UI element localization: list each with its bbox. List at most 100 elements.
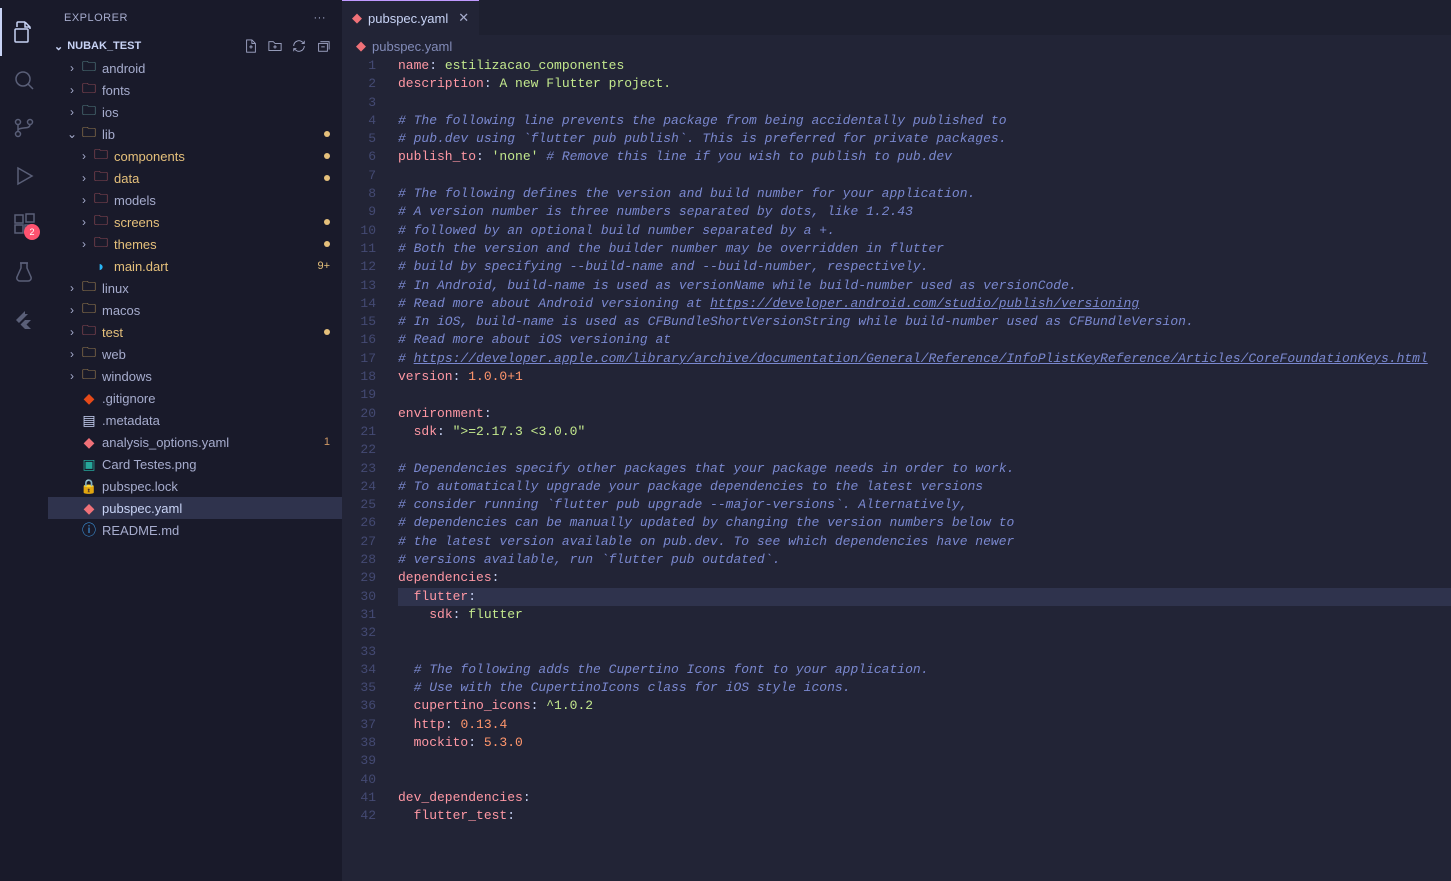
activity-flutter-icon[interactable] <box>0 296 48 344</box>
tree-item-label: themes <box>114 237 330 252</box>
tree-item-models[interactable]: ›🗀models <box>48 189 342 211</box>
tree-item-label: web <box>102 347 330 362</box>
activity-search-icon[interactable] <box>0 56 48 104</box>
breadcrumbs[interactable]: ◆ pubspec.yaml <box>342 35 1451 57</box>
sidebar-title: EXPLORER <box>64 12 128 24</box>
file-icon: ◆ <box>80 500 98 517</box>
folder-icon: 🗀 <box>80 78 98 102</box>
chevron-icon: › <box>64 105 80 119</box>
tree-item-label: README.md <box>102 523 330 538</box>
tab-label: pubspec.yaml <box>368 11 448 26</box>
tree-item-test[interactable]: ›🗀 test <box>48 321 342 343</box>
tree-item-label: test <box>102 325 330 340</box>
yaml-icon: ◆ <box>356 38 366 54</box>
tab-pubspec[interactable]: ◆ pubspec.yaml ✕ <box>342 0 479 35</box>
tree-item--metadata[interactable]: ▤.metadata <box>48 409 342 431</box>
tree-item-lib[interactable]: ⌄🗀lib <box>48 123 342 145</box>
folder-header[interactable]: ⌄ NUBAK_TEST <box>48 35 342 57</box>
tree-item-label: data <box>114 171 330 186</box>
tree-item-analysis-options-yaml[interactable]: ◆ analysis_options.yaml1 <box>48 431 342 453</box>
tree-item-fonts[interactable]: ›🗀fonts <box>48 79 342 101</box>
tree-item--gitignore[interactable]: ◆.gitignore <box>48 387 342 409</box>
chevron-icon: › <box>64 303 80 317</box>
chevron-icon: › <box>64 61 80 75</box>
file-tree: ›🗀android›🗀fonts›🗀ios⌄🗀lib›🗀components›🗀… <box>48 57 342 881</box>
tree-item-label: macos <box>102 303 330 318</box>
folder-icon: 🗀 <box>92 210 110 234</box>
refresh-icon[interactable] <box>292 39 306 53</box>
activity-extensions-icon[interactable]: 2 <box>0 200 48 248</box>
chevron-icon: › <box>64 325 80 339</box>
activity-test-icon[interactable] <box>0 248 48 296</box>
chevron-icon: › <box>64 347 80 361</box>
tree-item-label: components <box>114 149 330 164</box>
tree-item-themes[interactable]: ›🗀 themes <box>48 233 342 255</box>
folder-icon: 🗀 <box>80 320 98 344</box>
folder-actions <box>244 39 336 53</box>
tab-bar: ◆ pubspec.yaml ✕ <box>342 0 1451 35</box>
file-icon: ◆ <box>80 390 98 407</box>
yaml-icon: ◆ <box>352 10 362 26</box>
git-status: 1 <box>324 436 330 448</box>
code-editor[interactable]: 1234567891011121314151617181920212223242… <box>342 57 1451 881</box>
new-file-icon[interactable] <box>244 39 258 53</box>
sidebar-more-icon[interactable]: ··· <box>314 12 327 24</box>
tree-item-components[interactable]: ›🗀 components <box>48 145 342 167</box>
tree-item-data[interactable]: ›🗀 data <box>48 167 342 189</box>
tree-item-android[interactable]: ›🗀 android <box>48 57 342 79</box>
chevron-icon: › <box>76 237 92 251</box>
tree-item-readme-md[interactable]: ⓘ README.md <box>48 519 342 541</box>
code-content[interactable]: name: estilizacao_componentesdescription… <box>396 57 1451 881</box>
tree-item-label: pubspec.yaml <box>102 501 330 516</box>
folder-icon: 🗀 <box>92 144 110 168</box>
chevron-icon: › <box>76 193 92 207</box>
tree-item-label: fonts <box>102 83 330 98</box>
tree-item-screens[interactable]: ›🗀screens <box>48 211 342 233</box>
folder-icon: 🗀 <box>80 122 98 146</box>
activity-source-control-icon[interactable] <box>0 104 48 152</box>
folder-name: NUBAK_TEST <box>67 40 141 52</box>
new-folder-icon[interactable] <box>268 39 282 53</box>
tree-item-label: screens <box>114 215 330 230</box>
folder-icon: 🗀 <box>80 57 98 80</box>
chevron-icon: › <box>64 281 80 295</box>
file-icon: ◗ <box>92 258 110 274</box>
file-icon: ▤ <box>80 412 98 429</box>
line-gutter: 1234567891011121314151617181920212223242… <box>342 57 396 881</box>
chevron-icon: › <box>76 149 92 163</box>
tree-item-card-testes-png[interactable]: ▣Card Testes.png <box>48 453 342 475</box>
tree-item-pubspec-yaml[interactable]: ◆ pubspec.yaml <box>48 497 342 519</box>
tree-item-main-dart[interactable]: ◗main.dart9+ <box>48 255 342 277</box>
folder-icon: 🗀 <box>92 232 110 256</box>
tree-item-label: analysis_options.yaml <box>102 435 324 450</box>
activity-explorer-icon[interactable] <box>0 8 48 56</box>
tree-item-label: android <box>102 61 330 76</box>
git-status: 9+ <box>317 260 330 272</box>
folder-icon: 🗀 <box>80 342 98 366</box>
chevron-icon: › <box>76 171 92 185</box>
chevron-icon: › <box>64 369 80 383</box>
tree-item-macos[interactable]: ›🗀 macos <box>48 299 342 321</box>
file-icon: ⓘ <box>80 520 98 540</box>
tree-item-windows[interactable]: ›🗀windows <box>48 365 342 387</box>
sidebar: EXPLORER ··· ⌄ NUBAK_TEST ›🗀android›🗀fon… <box>48 0 342 881</box>
chevron-icon: ⌄ <box>64 127 80 141</box>
activity-bar: 2 <box>0 0 48 881</box>
close-icon[interactable]: ✕ <box>458 10 469 26</box>
tree-item-web[interactable]: ›🗀 web <box>48 343 342 365</box>
tree-item-linux[interactable]: ›🗀linux <box>48 277 342 299</box>
extensions-badge: 2 <box>24 224 40 240</box>
folder-icon: 🗀 <box>80 298 98 322</box>
file-icon: 🔒 <box>80 478 98 495</box>
file-icon: ▣ <box>80 456 98 473</box>
tree-item-label: ios <box>102 105 330 120</box>
chevron-down-icon: ⌄ <box>54 40 63 53</box>
tree-item-pubspec-lock[interactable]: 🔒pubspec.lock <box>48 475 342 497</box>
activity-run-debug-icon[interactable] <box>0 152 48 200</box>
file-icon: ◆ <box>80 434 98 451</box>
folder-icon: 🗀 <box>92 166 110 190</box>
folder-icon: 🗀 <box>80 276 98 300</box>
tree-item-ios[interactable]: ›🗀ios <box>48 101 342 123</box>
folder-icon: 🗀 <box>92 188 110 212</box>
collapse-all-icon[interactable] <box>316 39 330 53</box>
